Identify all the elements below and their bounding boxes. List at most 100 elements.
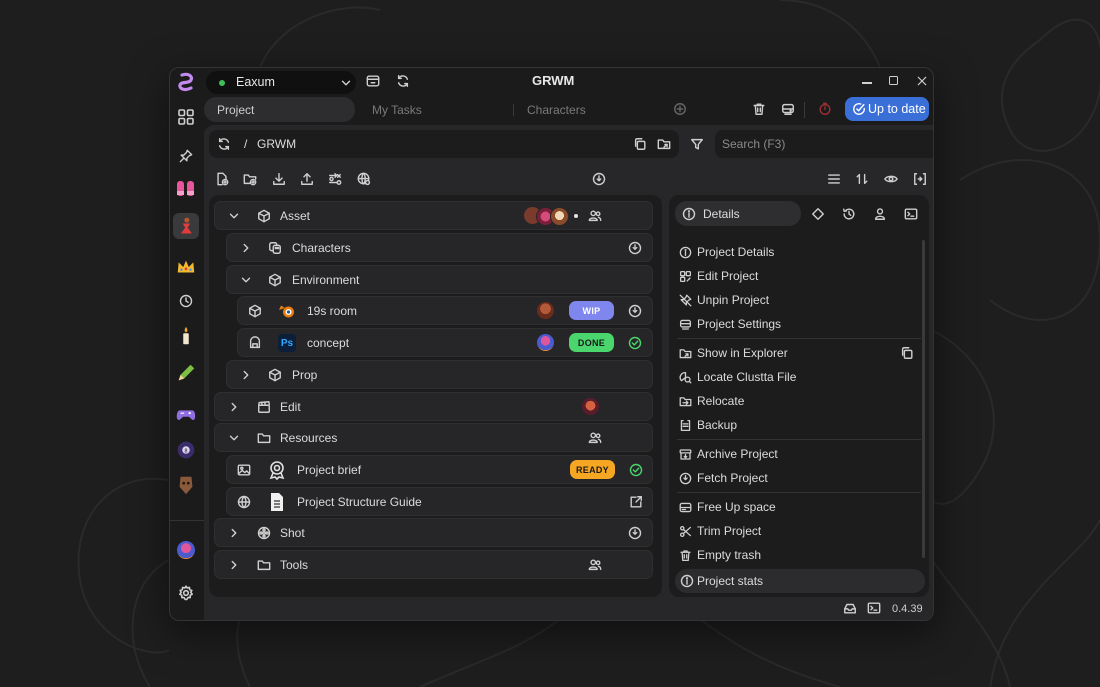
project-icon-shoes[interactable] <box>174 177 198 201</box>
menu-project-settings[interactable]: Project Settings <box>679 313 781 335</box>
chevron-right-icon[interactable] <box>225 556 243 574</box>
project-icon-crown[interactable] <box>174 255 198 279</box>
chevron-right-icon[interactable] <box>225 524 243 542</box>
new-folder-icon[interactable] <box>241 170 259 188</box>
tab-details[interactable]: Details <box>675 201 801 226</box>
power-icon[interactable] <box>590 170 608 188</box>
workspace-selector[interactable]: Eaxum <box>206 71 356 94</box>
inbox-icon[interactable] <box>841 599 859 617</box>
menu-backup[interactable]: Backup <box>679 414 737 436</box>
menu-show-in-explorer[interactable]: Show in Explorer <box>679 342 788 364</box>
upload-icon[interactable] <box>298 170 316 188</box>
tab-project[interactable]: Project <box>204 97 355 122</box>
tree-row-edit[interactable]: Edit <box>214 392 653 421</box>
path-refresh-icon[interactable] <box>215 135 233 153</box>
history-icon[interactable] <box>840 205 858 223</box>
close-window-button[interactable] <box>913 72 931 90</box>
search-input[interactable]: Search (F3) <box>715 130 933 158</box>
menu-edit-project[interactable]: Edit Project <box>679 265 758 287</box>
panel-toggle-icon[interactable] <box>911 170 929 188</box>
download-icon[interactable] <box>270 170 288 188</box>
project-switch-icon[interactable] <box>364 72 382 90</box>
power-icon[interactable] <box>626 302 644 320</box>
add-tab-icon[interactable] <box>671 100 689 118</box>
tree-row-tools[interactable]: Tools <box>214 550 653 579</box>
tree-row-19s-room[interactable]: 19s room WIP <box>237 296 653 325</box>
menu-fetch-project[interactable]: Fetch Project <box>679 467 768 489</box>
users-icon[interactable] <box>586 429 604 447</box>
project-stats-button[interactable]: Project stats <box>675 569 925 593</box>
menu-locate-clustta-file[interactable]: Locate Clustta File <box>679 366 796 388</box>
users-icon[interactable] <box>586 207 604 225</box>
check-circle-icon[interactable] <box>627 461 645 479</box>
list-view-icon[interactable] <box>825 170 843 188</box>
user-avatar[interactable] <box>177 541 195 559</box>
menu-project-details[interactable]: Project Details <box>679 241 774 263</box>
clock-icon[interactable] <box>176 291 196 311</box>
app-logo[interactable] <box>176 72 196 92</box>
transfer-icon[interactable] <box>326 170 344 188</box>
status-badge[interactable]: DONE <box>569 333 614 352</box>
menu-relocate[interactable]: Relocate <box>679 390 744 412</box>
menu-empty-trash[interactable]: Empty trash <box>679 544 761 566</box>
users-icon[interactable] <box>586 556 604 574</box>
project-icon-dancer[interactable] <box>173 213 199 239</box>
chevron-down-icon[interactable] <box>225 207 243 225</box>
path-name[interactable]: GRWM <box>257 137 296 151</box>
chevron-right-icon[interactable] <box>237 239 255 257</box>
project-icon-pencil[interactable] <box>174 361 198 385</box>
power-icon[interactable] <box>626 239 644 257</box>
details-scrollbar[interactable] <box>922 240 925 558</box>
tree-row-project-brief[interactable]: Project brief READY <box>226 455 653 484</box>
menu-unpin-project[interactable]: Unpin Project <box>679 289 769 311</box>
power-icon[interactable] <box>626 524 644 542</box>
globe-settings-icon[interactable] <box>355 170 373 188</box>
menu-archive-project[interactable]: Archive Project <box>679 443 778 465</box>
check-circle-icon[interactable] <box>626 334 644 352</box>
project-icon-gamepad[interactable] <box>174 402 198 426</box>
tree-row-environment[interactable]: Environment <box>226 265 653 294</box>
sort-icon[interactable] <box>853 170 871 188</box>
menu-trim-project[interactable]: Trim Project <box>679 520 761 542</box>
copy-path-icon[interactable] <box>631 135 649 153</box>
project-icon-mask[interactable] <box>174 473 198 497</box>
new-file-icon[interactable] <box>213 170 231 188</box>
tree-row-asset[interactable]: Asset <box>214 201 653 230</box>
tree-row-shot[interactable]: Shot <box>214 518 653 547</box>
user-icon[interactable] <box>871 205 889 223</box>
tree-row-project-structure-guide[interactable]: Project Structure Guide <box>226 487 653 516</box>
chevron-right-icon[interactable] <box>225 398 243 416</box>
status-badge[interactable]: WIP <box>569 301 614 320</box>
trash-icon[interactable] <box>750 100 768 118</box>
pin-icon[interactable] <box>176 146 196 166</box>
chevron-right-icon[interactable] <box>237 366 255 384</box>
settings-gear-icon[interactable] <box>176 583 196 603</box>
maximize-button[interactable] <box>889 76 898 85</box>
tree-row-concept[interactable]: Ps concept DONE <box>237 328 653 357</box>
terminal-icon[interactable] <box>902 205 920 223</box>
chevron-down-icon[interactable] <box>237 271 255 289</box>
tree-row-resources[interactable]: Resources <box>214 423 653 452</box>
project-icon-candle[interactable] <box>174 324 198 348</box>
menu-free-up-space[interactable]: Free Up space <box>679 496 776 518</box>
grid-icon[interactable] <box>176 107 196 127</box>
open-external-icon[interactable] <box>627 493 645 511</box>
tab-my-tasks[interactable]: My Tasks <box>372 103 422 117</box>
up-to-date-button[interactable]: Up to date <box>845 97 929 121</box>
status-badge[interactable]: READY <box>570 460 615 479</box>
refresh-icon[interactable] <box>394 72 412 90</box>
open-folder-icon[interactable] <box>655 135 673 153</box>
copy-path-icon[interactable] <box>898 344 916 362</box>
stop-timer-icon[interactable] <box>816 100 834 118</box>
project-icon-8ball[interactable]: 8 <box>174 438 198 462</box>
visibility-settings-icon[interactable] <box>882 170 900 188</box>
console-icon[interactable] <box>865 599 883 617</box>
tree-row-characters[interactable]: Characters <box>226 233 653 262</box>
minimize-button[interactable] <box>862 82 872 84</box>
sync-drive-icon[interactable] <box>779 100 797 118</box>
tree-row-prop[interactable]: Prop <box>226 360 653 389</box>
filter-icon[interactable] <box>688 135 706 153</box>
tab-characters[interactable]: Characters <box>527 103 586 117</box>
chevron-down-icon[interactable] <box>225 429 243 447</box>
diamond-icon[interactable] <box>809 205 827 223</box>
